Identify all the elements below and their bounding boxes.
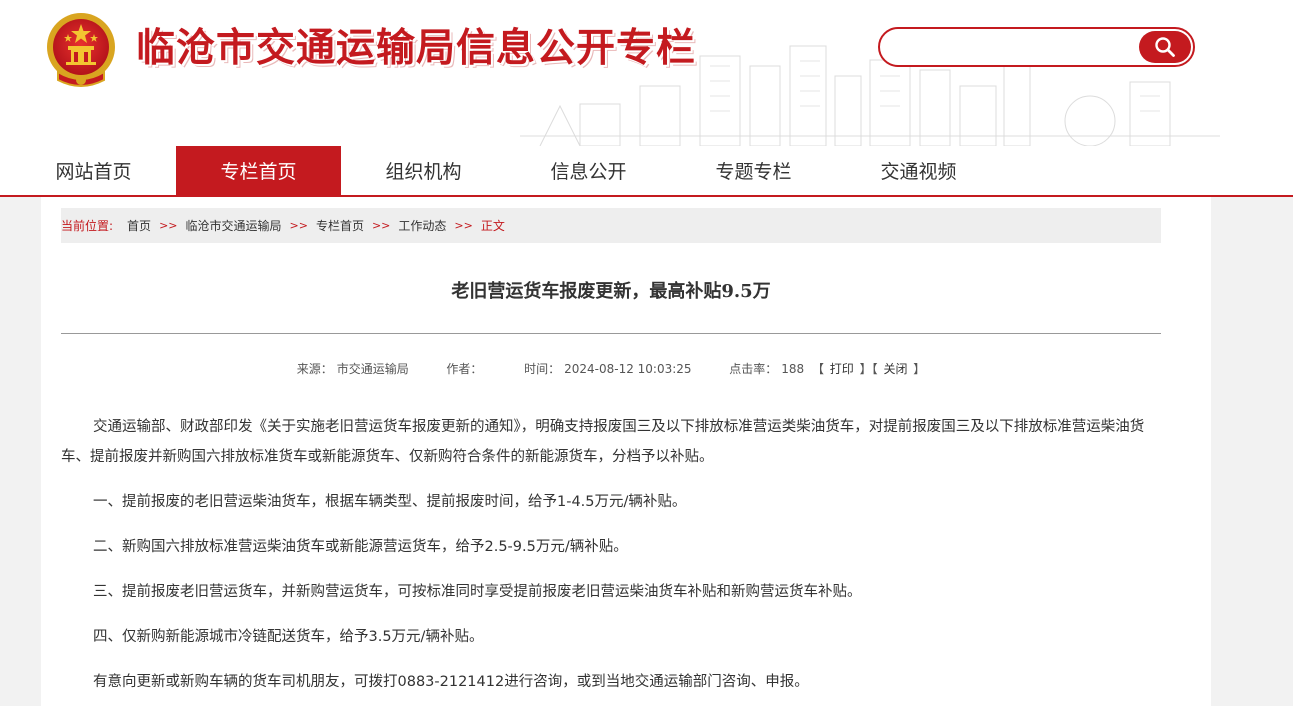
site-header: 临沧市交通运输局信息公开专栏 (0, 0, 1293, 146)
nav-item-organization[interactable]: 组织机构 (341, 146, 506, 195)
breadcrumb-separator: >> (371, 219, 391, 232)
breadcrumb-current: 正文 (480, 219, 505, 233)
breadcrumb: 当前位置: 首页 >> 临沧市交通运输局 >> 专栏首页 >> 工作动态 >> … (61, 208, 1161, 243)
article-paragraph: 交通运输部、财政部印发《关于实施老旧营运货车报废更新的通知》，明确支持报废国三及… (61, 419, 1145, 465)
breadcrumb-separator: >> (454, 219, 473, 232)
article-paragraph: 四、仅新购新能源城市冷链配送货车，给予3.5万元/辆补贴。 (93, 629, 484, 645)
source-label: 来源： (296, 362, 333, 376)
breadcrumb-item-bureau[interactable]: 临沧市交通运输局 (186, 217, 282, 234)
page-background-strip (1211, 197, 1293, 706)
search-box (878, 27, 1195, 67)
time-value: 2024-08-12 10:03:25 (564, 362, 692, 376)
breadcrumb-item-work-news[interactable]: 工作动态 (398, 217, 446, 234)
article-meta: 来源： 市交通运输局 作者： 时间： 2024-08-12 10:03:25 点击率… (296, 362, 926, 376)
print-button[interactable]: 打印 (830, 362, 854, 376)
main-nav: 网站首页 专栏首页 组织机构 信息公开 专题专栏 交通视频 (0, 146, 1293, 197)
nav-item-special-topics[interactable]: 专题专栏 (671, 146, 836, 195)
nav-item-info-disclosure[interactable]: 信息公开 (506, 146, 671, 195)
author-label: 作者： (446, 362, 483, 376)
article-paragraph: 三、提前报废老旧营运货车，并新购营运货车，可按标准同时享受提前报废老旧营运柴油货… (93, 584, 862, 600)
search-input[interactable] (894, 35, 1134, 59)
time-label: 时间： (524, 362, 561, 376)
search-icon (1155, 37, 1175, 57)
clicks-label: 点击率： (729, 362, 778, 376)
clicks-value: 188 (781, 362, 805, 376)
article-body: 交通运输部、财政部印发《关于实施老旧营运货车报废更新的通知》，明确支持报废国三及… (61, 412, 1161, 706)
article-container: 当前位置: 首页 >> 临沧市交通运输局 >> 专栏首页 >> 工作动态 >> … (41, 197, 1211, 706)
breadcrumb-separator: >> (289, 219, 308, 232)
breadcrumb-item-home[interactable]: 首页 (127, 217, 151, 234)
source-value: 市交通运输局 (336, 362, 409, 376)
nav-item-column-home[interactable]: 专栏首页 (176, 146, 341, 195)
breadcrumb-prefix: 当前位置: (61, 219, 114, 233)
article-paragraph: 二、新购国六排放标准营运柴油货车或新能源营运货车，给予2.5-9.5万元/辆补贴… (93, 539, 628, 555)
nav-item-traffic-video[interactable]: 交通视频 (836, 146, 1001, 195)
article-paragraph: 有意向更新或新购车辆的货车司机朋友，可拨打0883-2121412进行咨询，或到… (93, 674, 809, 690)
article-title: 老旧营运货车报废更新，最高补贴9.5万 (451, 281, 771, 302)
title-divider (61, 333, 1161, 334)
nav-item-home[interactable]: 网站首页 (11, 146, 176, 195)
breadcrumb-item-column-home[interactable]: 专栏首页 (316, 217, 364, 234)
close-button[interactable]: 关闭 (883, 362, 907, 376)
article-paragraph: 一、提前报废的老旧营运柴油货车，根据车辆类型、提前报废时间，给予1-4.5万元/… (93, 494, 687, 510)
national-emblem-icon (47, 13, 115, 87)
search-button[interactable] (1139, 31, 1191, 63)
breadcrumb-separator: >> (159, 219, 178, 232)
